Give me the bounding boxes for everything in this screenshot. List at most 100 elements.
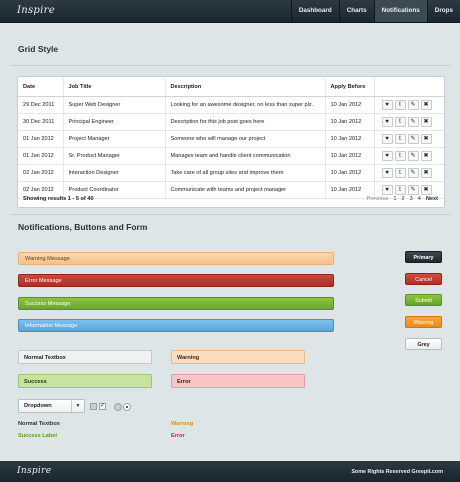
cell-actions: ♥ t ✎ ✖ [373, 130, 444, 148]
error-textbox[interactable]: Error [171, 374, 305, 388]
information-message-bar: Information Message [18, 319, 334, 332]
edit-icon[interactable]: ✎ [407, 134, 419, 144]
primary-button[interactable]: Primary [405, 251, 442, 263]
success-message-bar: Success Message [18, 297, 334, 310]
radio-unselected[interactable] [114, 403, 122, 411]
edit-icon[interactable]: ✎ [407, 168, 419, 178]
cell-apply-before: 10 Jan 2012 [324, 113, 374, 131]
table-row: 30 Dec 2011 Principal Engineer Description… [18, 113, 444, 131]
cell-job-title: Super Web Designer [62, 96, 165, 114]
dropdown-value: Dropdown [24, 403, 52, 409]
delete-icon[interactable]: ✖ [420, 117, 432, 127]
edit-icon[interactable]: ✎ [407, 100, 419, 110]
cell-apply-before: 10 Jan 2012 [324, 147, 374, 165]
cell-actions: ♥ t ✎ ✖ [373, 96, 444, 114]
footer: Inspire Some Rights Reserved Greepit.com [0, 461, 460, 482]
top-navbar: Inspire Dashboard Charts Notifications D… [0, 0, 460, 23]
column-header-description[interactable]: Description [164, 77, 325, 97]
checkbox-checked[interactable]: ✓ [99, 403, 106, 410]
cell-job-title: Project Manager [62, 130, 165, 148]
table-row: 01 Jan 2012 Sr. Product Manager Manages te… [18, 147, 444, 165]
heart-icon[interactable]: ♥ [381, 134, 393, 144]
success-label: Success Label [18, 433, 57, 439]
cell-date: 01 Jan 2012 [18, 147, 63, 165]
heart-icon[interactable]: ♥ [381, 168, 393, 178]
pagination-page[interactable]: 1 [393, 196, 396, 202]
edit-icon[interactable]: ✎ [407, 151, 419, 161]
twitter-icon[interactable]: t [394, 117, 406, 127]
nav-item-charts[interactable]: Charts [338, 0, 374, 22]
table-header-row: Date Job Title Description Apply Before [18, 77, 444, 97]
jobs-table-panel: Date Job Title Description Apply Before … [17, 76, 445, 208]
divider [10, 65, 450, 66]
cell-apply-before: 10 Jan 2012 [324, 130, 374, 148]
table-footer: Showing results 1 - 5 of 40 Previous 1 2… [18, 192, 444, 207]
twitter-icon[interactable]: t [394, 134, 406, 144]
nav-item-dashboard[interactable]: Dashboard [290, 0, 339, 22]
radio-selected[interactable] [123, 403, 131, 411]
table-row: 29 Dec 2011 Super Web Designer Looking for… [18, 96, 444, 114]
warning-label: Warning [171, 421, 194, 427]
table-row: 02 Jan 2012 Interaction Designer Take care… [18, 164, 444, 182]
nav-item-notifications[interactable]: Notifications [373, 0, 427, 22]
pagination-previous[interactable]: Previous [367, 196, 389, 202]
cell-date: 30 Dec 2011 [18, 113, 63, 131]
pagination: Previous 1 2 3 4 Next [367, 196, 438, 202]
cell-apply-before: 10 Jan 2012 [324, 96, 374, 114]
cell-description: Looking for an awesome designer, no less… [164, 96, 325, 114]
delete-icon[interactable]: ✖ [420, 100, 432, 110]
results-count: Showing results 1 - 5 of 40 [23, 196, 94, 202]
cell-actions: ♥ t ✎ ✖ [373, 113, 444, 131]
main-nav: Dashboard Charts Notifications Drops [290, 0, 460, 22]
normal-label: Normal Textbox [18, 421, 60, 427]
twitter-icon[interactable]: t [394, 100, 406, 110]
cell-actions: ♥ t ✎ ✖ [373, 147, 444, 165]
divider [10, 214, 450, 215]
cell-job-title: Sr. Product Manager [62, 147, 165, 165]
heart-icon[interactable]: ♥ [381, 117, 393, 127]
warning-message-bar: Warning Message [18, 252, 334, 265]
grid-section-title: Grid Style [18, 44, 59, 54]
edit-icon[interactable]: ✎ [407, 117, 419, 127]
cell-actions: ♥ t ✎ ✖ [373, 164, 444, 182]
normal-textbox[interactable]: Normal Textbox [18, 350, 152, 364]
error-label: Error [171, 433, 185, 439]
delete-icon[interactable]: ✖ [420, 168, 432, 178]
success-textbox[interactable]: Success [18, 374, 152, 388]
column-header-date[interactable]: Date [18, 77, 63, 97]
jobs-table: Date Job Title Description Apply Before … [18, 77, 444, 199]
pagination-next[interactable]: Next [426, 196, 438, 202]
column-header-job-title[interactable]: Job Title [62, 77, 165, 97]
twitter-icon[interactable]: t [394, 168, 406, 178]
footer-logo[interactable]: Inspire [17, 466, 51, 476]
error-message-bar: Error Message [18, 274, 334, 287]
heart-icon[interactable]: ♥ [381, 151, 393, 161]
cell-description: Description for this job post goes here [164, 113, 325, 131]
dropdown-select[interactable]: Dropdown ▼ [18, 399, 85, 413]
heart-icon[interactable]: ♥ [381, 100, 393, 110]
cell-apply-before: 10 Jan 2012 [324, 164, 374, 182]
cancel-button[interactable]: Cancel [405, 273, 442, 285]
cell-date: 29 Dec 2011 [18, 96, 63, 114]
warning-button[interactable]: Warning [405, 316, 442, 328]
cell-job-title: Interaction Designer [62, 164, 165, 182]
cell-description: Manages team and handle client communica… [164, 147, 325, 165]
table-row: 01 Jan 2012 Project Manager Someone who wi… [18, 130, 444, 148]
pagination-page[interactable]: 3 [410, 196, 413, 202]
site-logo[interactable]: Inspire [17, 5, 55, 16]
pagination-page[interactable]: 4 [418, 196, 421, 202]
nav-item-drops[interactable]: Drops [426, 0, 460, 22]
submit-button[interactable]: Submit [405, 294, 442, 306]
cell-description: Someone who will manage our project [164, 130, 325, 148]
delete-icon[interactable]: ✖ [420, 134, 432, 144]
cell-job-title: Principal Engineer [62, 113, 165, 131]
warning-textbox[interactable]: Warning [171, 350, 305, 364]
cell-date: 01 Jan 2012 [18, 130, 63, 148]
grey-button[interactable]: Grey [405, 338, 442, 350]
copyright-text: Some Rights Reserved Greepit.com [351, 469, 443, 475]
delete-icon[interactable]: ✖ [420, 151, 432, 161]
pagination-page[interactable]: 2 [402, 196, 405, 202]
checkbox-unchecked[interactable] [90, 403, 97, 410]
twitter-icon[interactable]: t [394, 151, 406, 161]
column-header-apply-before[interactable]: Apply Before [324, 77, 374, 97]
